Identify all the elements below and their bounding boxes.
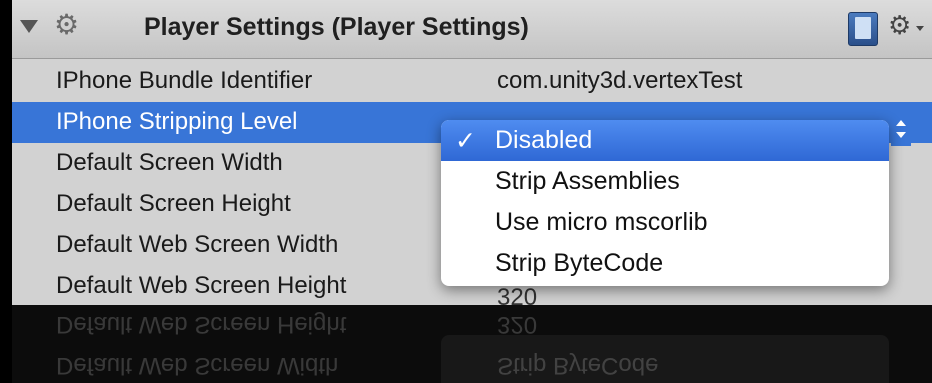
setting-label: IPhone Stripping Level [56,108,298,135]
reflection-label: Default Web Screen Height [56,311,347,338]
setting-label: Default Web Screen Width [56,231,339,258]
reflection-label: Default Web Screen Width [56,352,339,379]
setting-label: Default Screen Width [56,149,283,176]
mirror-reflection: Default Web Screen Width Strip ByteCode … [12,305,932,383]
settings-gear-icon[interactable]: ⚙ [888,12,911,38]
dropdown-stepper-icon[interactable] [891,112,911,146]
reflection-row: Default Web Screen Width Strip ByteCode [12,344,932,383]
disclosure-triangle-icon[interactable] [20,20,38,33]
component-gear-icon: ⚙ [54,9,80,40]
menu-item-use-micro-mscorlib[interactable]: Use micro mscorlib [441,202,889,243]
menu-item-label: Strip Assemblies [495,167,680,195]
bundle-identifier-field[interactable]: com.unity3d.vertexTest [497,67,742,95]
component-header[interactable]: ⚙ Player Settings (Player Settings) ⚙ [12,0,932,59]
reflection-option: Strip ByteCode [497,352,659,379]
menu-item-label: Use micro mscorlib [495,208,708,236]
setting-row-bundle-identifier[interactable]: IPhone Bundle Identifier com.unity3d.ver… [12,61,932,102]
setting-label: IPhone Bundle Identifier [56,67,313,94]
menu-item-strip-bytecode[interactable]: Strip ByteCode [441,243,889,284]
setting-label: Default Screen Height [56,190,291,217]
menu-item-strip-assemblies[interactable]: Strip Assemblies [441,161,889,202]
menu-item-disabled[interactable]: ✓ Disabled [441,120,889,161]
menu-item-label: Disabled [495,126,593,154]
component-title: Player Settings (Player Settings) [144,13,529,41]
web-screen-height-field[interactable]: 320 [497,284,537,305]
menu-item-label: Strip ByteCode [495,249,664,277]
reflection-row: Default Web Screen Height 320 [12,305,932,344]
stripping-level-dropdown-menu[interactable]: ✓ Disabled Strip Assemblies Use micro ms… [441,120,889,286]
checkmark-icon: ✓ [455,127,476,155]
chevron-down-icon [916,26,924,31]
reflection-value: 320 [497,311,538,338]
help-book-icon[interactable] [848,12,878,46]
setting-label: Default Web Screen Height [56,272,347,299]
